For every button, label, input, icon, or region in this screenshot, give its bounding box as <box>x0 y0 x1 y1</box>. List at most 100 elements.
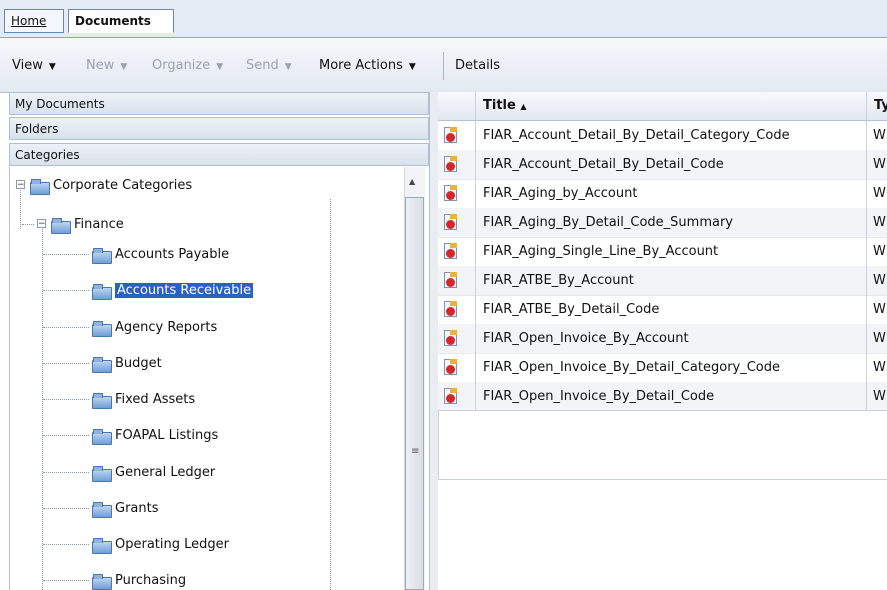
tree-connector <box>43 472 89 473</box>
folders-header[interactable]: Folders <box>9 117 429 140</box>
report-document-icon <box>444 156 457 172</box>
title-column-label: Title <box>483 98 516 113</box>
tree-node-finance[interactable]: Finance <box>51 214 124 236</box>
column-divider <box>475 266 476 295</box>
table-row[interactable]: FIAR_Aging_Single_Line_By_Account W <box>438 237 887 267</box>
tree-node-budget[interactable]: Budget <box>92 353 162 375</box>
column-divider <box>475 353 476 382</box>
collapse-toggle-icon[interactable]: − <box>37 219 46 229</box>
grid-empty-area <box>438 410 887 480</box>
tree-connector <box>43 399 89 400</box>
document-type-cell: W <box>873 273 886 288</box>
tree-node-label-selected: Accounts Receivable <box>115 283 254 298</box>
tree-node-label: Corporate Categories <box>53 178 193 193</box>
column-divider <box>866 266 867 295</box>
report-document-icon <box>444 243 457 259</box>
tree-node-corporate-categories[interactable]: Corporate Categories <box>30 175 192 197</box>
table-row[interactable]: FIAR_Aging_by_Account W <box>438 179 887 209</box>
folder-icon <box>30 178 50 195</box>
table-row[interactable]: FIAR_ATBE_By_Detail_Code W <box>438 295 887 325</box>
report-document-icon <box>444 272 457 288</box>
document-title-cell: FIAR_Aging_by_Account <box>483 186 638 201</box>
report-document-icon <box>444 301 457 317</box>
scroll-up-arrow-icon[interactable]: ▲ <box>409 177 415 186</box>
table-row[interactable]: FIAR_ATBE_By_Account W <box>438 266 887 296</box>
my-documents-label: My Documents <box>15 97 105 111</box>
tree-node-general-ledger[interactable]: General Ledger <box>92 462 215 484</box>
scrollbar-thumb[interactable]: ≡ <box>405 197 424 590</box>
tab-documents[interactable]: Documents <box>68 9 174 33</box>
type-column-label: Ty <box>874 98 887 113</box>
document-type-cell: W <box>873 244 886 259</box>
folder-icon <box>51 217 71 234</box>
document-title-cell: FIAR_Open_Invoice_By_Detail_Code <box>483 389 715 404</box>
collapse-toggle-icon[interactable]: − <box>16 180 25 190</box>
document-title-cell: FIAR_Aging_Single_Line_By_Account <box>483 244 719 259</box>
folder-icon <box>92 501 112 518</box>
table-row[interactable]: FIAR_Open_Invoice_By_Detail_Category_Cod… <box>438 353 887 383</box>
tab-documents-label: Documents <box>75 14 151 28</box>
my-documents-header[interactable]: My Documents <box>9 92 429 115</box>
new-menu-button[interactable]: New ▼ <box>86 56 127 77</box>
sort-ascending-icon: ▲ <box>520 102 527 111</box>
toolbar-separator <box>443 52 444 80</box>
column-divider <box>475 150 476 179</box>
report-document-icon <box>444 214 457 230</box>
folder-icon <box>92 428 112 445</box>
document-title-cell: FIAR_ATBE_By_Detail_Code <box>483 302 660 317</box>
folder-icon <box>92 537 112 554</box>
more-actions-menu-button[interactable]: More Actions ▼ <box>319 56 416 77</box>
tree-connector <box>42 224 43 590</box>
send-menu-button[interactable]: Send ▼ <box>246 56 292 77</box>
tab-home[interactable]: Home <box>4 9 64 33</box>
column-divider <box>475 237 476 266</box>
document-title-cell: FIAR_Account_Detail_By_Detail_Code <box>483 157 724 172</box>
tree-node-agency-reports[interactable]: Agency Reports <box>92 317 217 339</box>
column-divider <box>866 121 867 150</box>
folders-label: Folders <box>15 122 59 136</box>
table-row[interactable]: FIAR_Account_Detail_By_Detail_Category_C… <box>438 121 887 151</box>
folder-icon <box>92 465 112 482</box>
column-divider <box>475 324 476 353</box>
tree-scrollbar[interactable]: ▲ ≡ <box>404 167 425 590</box>
view-menu-button[interactable]: View ▼ <box>12 56 56 77</box>
column-divider <box>866 353 867 382</box>
column-divider <box>475 382 476 411</box>
tree-node-label: Fixed Assets <box>115 392 196 407</box>
tree-node-label: Accounts Payable <box>115 247 230 262</box>
tree-node-grants[interactable]: Grants <box>92 498 159 520</box>
document-type-cell: W <box>873 360 886 375</box>
tree-node-operating-ledger[interactable]: Operating Ledger <box>92 534 229 556</box>
tree-node-label: Operating Ledger <box>115 537 229 552</box>
organize-label: Organize <box>152 58 211 73</box>
tree-connector <box>20 184 21 229</box>
tree-node-accounts-payable[interactable]: Accounts Payable <box>92 244 229 266</box>
column-divider <box>866 179 867 208</box>
categories-tree: − Corporate Categories − Finance Account… <box>9 167 431 590</box>
new-label: New <box>86 58 115 73</box>
categories-header[interactable]: Categories <box>9 143 429 166</box>
document-title-cell: FIAR_Open_Invoice_By_Account <box>483 331 689 346</box>
details-button[interactable]: Details <box>455 56 500 76</box>
details-label: Details <box>455 58 501 73</box>
column-divider <box>475 121 476 150</box>
column-divider <box>866 324 867 353</box>
top-tab-bar: Home Documents <box>0 0 887 38</box>
title-column-header[interactable]: Title ▲ <box>483 98 527 113</box>
tree-node-purchasing[interactable]: Purchasing <box>92 570 186 590</box>
table-row[interactable]: FIAR_Open_Invoice_By_Account W <box>438 324 887 354</box>
table-row[interactable]: FIAR_Open_Invoice_By_Detail_Code W <box>438 382 887 412</box>
dropdown-arrow-icon: ▼ <box>408 62 416 72</box>
tree-node-fixed-assets[interactable]: Fixed Assets <box>92 389 195 411</box>
tree-node-accounts-receivable[interactable]: Accounts Receivable <box>92 280 254 302</box>
table-row[interactable]: FIAR_Aging_By_Detail_Code_Summary W <box>438 208 887 238</box>
type-column-header[interactable]: Ty <box>874 98 887 113</box>
tree-node-foapal-listings[interactable]: FOAPAL Listings <box>92 425 218 447</box>
column-divider <box>866 237 867 266</box>
table-row[interactable]: FIAR_Account_Detail_By_Detail_Code W <box>438 150 887 180</box>
tree-guide <box>330 199 331 590</box>
tree-connector <box>43 254 89 255</box>
organize-menu-button[interactable]: Organize ▼ <box>152 56 223 77</box>
panel-splitter[interactable] <box>429 92 438 590</box>
tree-connector <box>43 544 89 545</box>
